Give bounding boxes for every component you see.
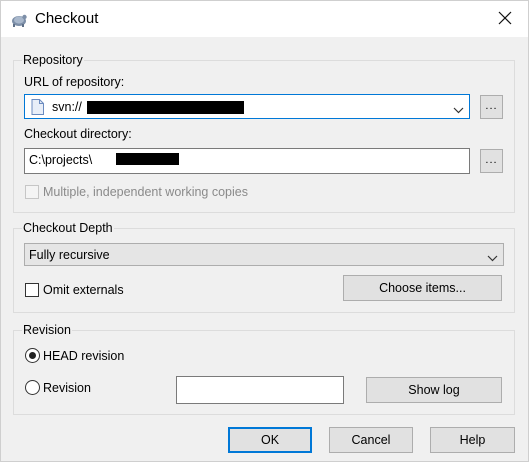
close-button[interactable] [482,1,528,37]
checkout-dir-input[interactable]: C:\projects\ [24,148,470,174]
depth-selected-value: Fully recursive [29,248,110,262]
revision-label: Revision [43,381,91,395]
url-combobox[interactable]: svn:// [24,94,470,119]
file-icon [31,99,44,118]
redacted-url [87,101,244,114]
window-title: Checkout [35,10,99,27]
depth-select[interactable]: Fully recursive [24,243,504,266]
url-value: svn:// [52,100,82,114]
multiple-copies-label: Multiple, independent working copies [43,185,248,199]
chevron-down-icon [487,251,498,265]
redacted-dir [116,153,179,165]
checkout-dir-value: C:\projects\ [29,153,93,167]
repository-group-label: Repository [22,53,84,67]
head-revision-radio[interactable] [25,348,40,363]
tortoisesvn-icon [10,10,28,28]
ok-button[interactable]: OK [228,427,312,453]
cancel-button[interactable]: Cancel [329,427,413,453]
title-bar: Checkout [1,1,528,37]
show-log-button[interactable]: Show log [366,377,502,403]
omit-externals-checkbox[interactable] [25,283,39,297]
url-label: URL of repository: [24,75,125,89]
choose-items-button[interactable]: Choose items... [343,275,502,301]
dir-browse-button[interactable]: ... [480,149,503,173]
checkout-dir-label: Checkout directory: [24,127,132,141]
revision-group-label: Revision [22,323,72,337]
revision-input[interactable] [176,376,344,404]
omit-externals-label: Omit externals [43,283,124,297]
head-revision-label: HEAD revision [43,349,125,363]
help-button[interactable]: Help [430,427,515,453]
close-icon [498,11,512,28]
multiple-copies-checkbox[interactable] [25,185,39,199]
checkout-dialog: Checkout Repository URL of repository: s… [0,0,529,462]
revision-radio[interactable] [25,380,40,395]
url-browse-button[interactable]: ... [480,95,503,119]
checkout-depth-group-label: Checkout Depth [22,221,114,235]
chevron-down-icon [453,103,464,117]
